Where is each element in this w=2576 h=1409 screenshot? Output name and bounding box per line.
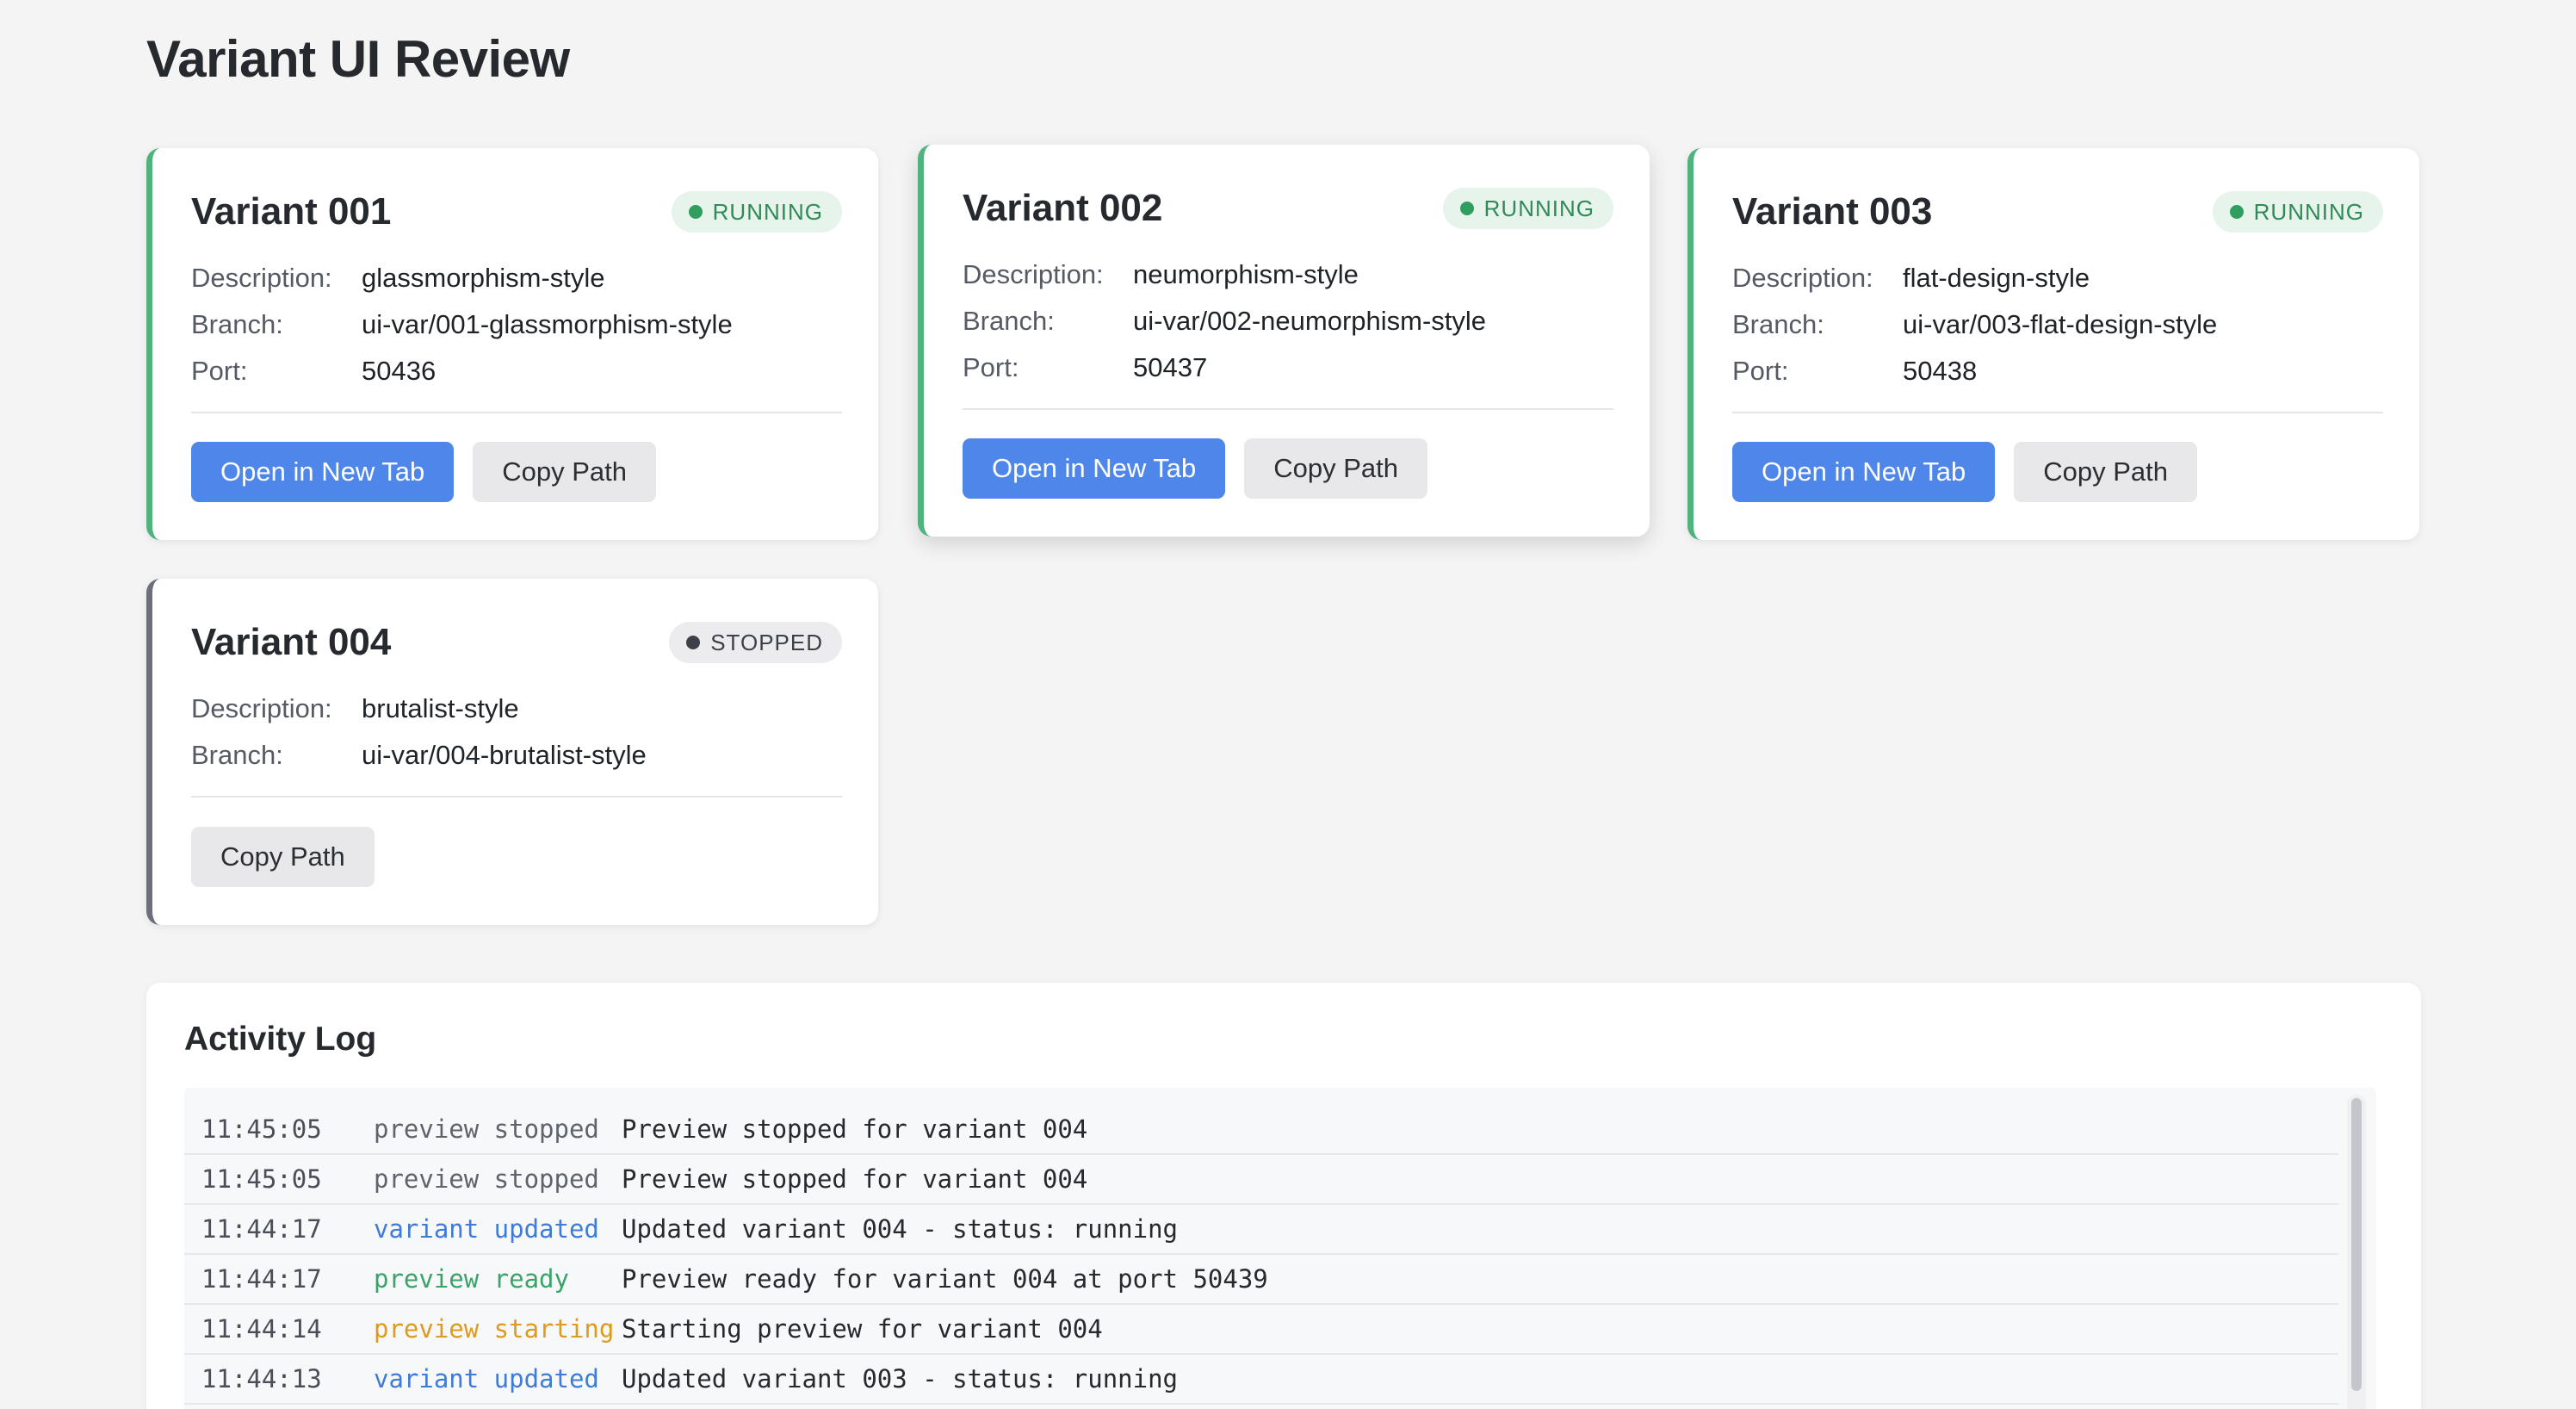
- branch-label: Branch:: [191, 309, 283, 339]
- log-message: Preview stopped for variant 004: [622, 1114, 1088, 1144]
- port-label: Port:: [1732, 356, 1789, 386]
- status-label: RUNNING: [2253, 198, 2364, 225]
- card-title: Variant 002: [963, 187, 1163, 229]
- log-time: 11:44:14: [201, 1314, 322, 1344]
- branch-value: ui-var/001-glassmorphism-style: [362, 309, 733, 339]
- port-label: Port:: [963, 352, 1019, 382]
- log-message: Preview stopped for variant 004: [622, 1164, 1088, 1194]
- variant-card-004: Variant 004 STOPPED Description: brutalis…: [146, 579, 878, 925]
- log-scrollbar[interactable]: [2347, 1095, 2366, 1409]
- card-title: Variant 004: [191, 621, 392, 663]
- log-entry: 11:45:05 preview stopped Preview stopped…: [184, 1155, 2338, 1205]
- variant-card-002: Variant 002 RUNNING Description: neumorph…: [918, 145, 1650, 537]
- log-message: Updated variant 003 - status: running: [622, 1364, 1179, 1393]
- copy-path-button[interactable]: Copy Path: [473, 442, 657, 502]
- log-type: preview ready: [374, 1264, 569, 1294]
- log-time: 11:45:05: [201, 1114, 322, 1144]
- description-value: flat-design-style: [1903, 263, 2090, 293]
- status-badge: RUNNING: [1442, 188, 1613, 229]
- branch-label: Branch:: [1732, 309, 1824, 339]
- status-dot-icon: [688, 205, 703, 219]
- description-value: neumorphism-style: [1133, 259, 1359, 289]
- description-label: Description:: [963, 259, 1104, 289]
- card-title: Variant 003: [1732, 190, 1933, 233]
- description-label: Description:: [191, 693, 332, 723]
- activity-log-panel: Activity Log 11:45:05 preview stopped Pr…: [146, 983, 2421, 1409]
- description-value: glassmorphism-style: [362, 263, 605, 293]
- log-entry: 11:45:05 preview stopped Preview stopped…: [184, 1105, 2338, 1155]
- log-type: variant updated: [374, 1214, 599, 1244]
- activity-log-title: Activity Log: [184, 1021, 377, 1058]
- card-title: Variant 001: [191, 190, 392, 233]
- log-message: Preview ready for variant 004 at port 50…: [622, 1264, 1268, 1294]
- variant-card-003: Variant 003 RUNNING Description: flat-des…: [1687, 148, 2419, 540]
- status-badge: STOPPED: [669, 622, 842, 663]
- divider: [191, 412, 842, 413]
- log-message: Starting preview for variant 004: [622, 1314, 1103, 1344]
- divider: [191, 796, 842, 798]
- branch-label: Branch:: [963, 306, 1055, 336]
- branch-value: ui-var/002-neumorphism-style: [1133, 306, 1487, 336]
- status-badge: RUNNING: [671, 191, 842, 233]
- log-message: Updated variant 004 - status: running: [622, 1214, 1179, 1244]
- log-entry: 11:44:17 variant updated Updated variant…: [184, 1205, 2338, 1255]
- port-value: 50436: [362, 356, 437, 386]
- description-value: brutalist-style: [362, 693, 519, 723]
- description-label: Description:: [191, 263, 332, 293]
- divider: [963, 408, 1613, 410]
- page: Variant UI Review Variant 001 RUNNING De…: [0, 0, 2576, 1409]
- log-type: preview starting: [374, 1314, 615, 1344]
- log-time: 11:44:17: [201, 1264, 322, 1294]
- copy-path-button[interactable]: Copy Path: [1244, 438, 1428, 499]
- status-dot-icon: [2229, 205, 2244, 219]
- branch-value: ui-var/004-brutalist-style: [362, 740, 647, 770]
- log-type: preview stopped: [374, 1164, 599, 1194]
- copy-path-button[interactable]: Copy Path: [191, 827, 375, 887]
- status-badge: RUNNING: [2212, 191, 2383, 233]
- copy-path-button[interactable]: Copy Path: [2014, 442, 2198, 502]
- log-type: preview stopped: [374, 1114, 599, 1144]
- branch-label: Branch:: [191, 740, 283, 770]
- port-label: Port:: [191, 356, 248, 386]
- activity-log-list[interactable]: 11:45:05 preview stopped Preview stopped…: [184, 1088, 2376, 1409]
- log-entry: 11:44:14 preview starting Starting previ…: [184, 1305, 2338, 1355]
- status-label: STOPPED: [710, 629, 823, 655]
- open-in-new-tab-button[interactable]: Open in New Tab: [963, 438, 1226, 499]
- divider: [1732, 412, 2383, 413]
- log-entry: 11:44:17 preview ready Preview ready for…: [184, 1255, 2338, 1305]
- open-in-new-tab-button[interactable]: Open in New Tab: [1732, 442, 1996, 502]
- open-in-new-tab-button[interactable]: Open in New Tab: [191, 442, 455, 502]
- description-label: Description:: [1732, 263, 1873, 293]
- log-entry: 11:44:13 variant updated Updated variant…: [184, 1355, 2338, 1405]
- log-scrollbar-thumb[interactable]: [2351, 1098, 2362, 1391]
- log-time: 11:44:17: [201, 1214, 322, 1244]
- variant-card-001: Variant 001 RUNNING Description: glassmor…: [146, 148, 878, 540]
- log-time: 11:45:05: [201, 1164, 322, 1194]
- port-value: 50438: [1903, 356, 1978, 386]
- status-label: RUNNING: [1483, 195, 1595, 221]
- status-label: RUNNING: [712, 198, 823, 225]
- port-value: 50437: [1133, 352, 1208, 382]
- branch-value: ui-var/003-flat-design-style: [1903, 309, 2218, 339]
- status-dot-icon: [686, 636, 701, 649]
- status-dot-icon: [1459, 202, 1474, 215]
- page-title: Variant UI Review: [146, 30, 570, 88]
- log-type: variant updated: [374, 1364, 599, 1393]
- log-time: 11:44:13: [201, 1364, 322, 1393]
